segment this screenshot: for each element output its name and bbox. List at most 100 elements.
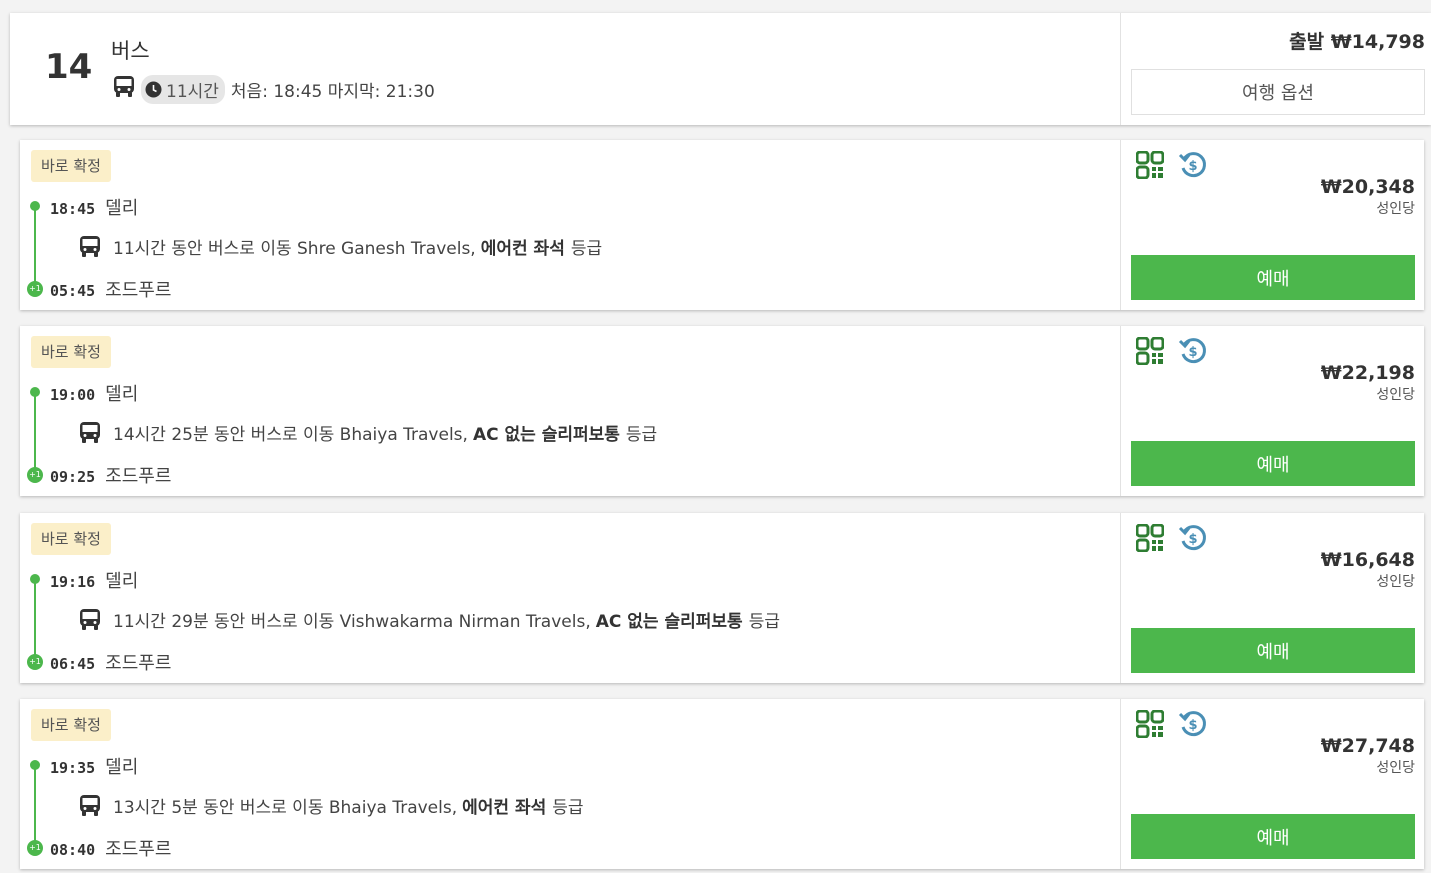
departure-time: 19:00	[50, 386, 96, 404]
clock-icon	[145, 81, 162, 98]
price: ₩22,198	[1320, 362, 1415, 384]
segment-info: 11시간 29분 동안 버스로 이동 Vishwakarma Nirman Tr…	[79, 607, 780, 632]
departure-row: 19:35 델리	[50, 753, 138, 779]
next-day-indicator: +1	[27, 654, 43, 670]
segment-info: 11시간 동안 버스로 이동 Shre Ganesh Travels, 에어컨 …	[79, 234, 602, 259]
feature-icons: $	[1135, 709, 1222, 743]
arrival-city: 조드푸르	[105, 653, 172, 674]
seat-class: 에어컨 좌석	[462, 798, 547, 818]
timeline-line	[34, 392, 36, 474]
svg-text:$: $	[1188, 345, 1197, 360]
departure-time: 19:16	[50, 573, 96, 591]
price-per-adult: 성인당	[1376, 760, 1415, 776]
instant-confirm-badge: 바로 확정	[31, 523, 111, 555]
grade-label: 등급	[625, 425, 658, 445]
bus-result-card[interactable]: 바로 확정 +1 19:35 델리 13시간 5분 동안 버스로 이동 Bhai…	[20, 699, 1424, 869]
departure-city: 델리	[105, 757, 139, 778]
book-button[interactable]: 예매	[1131, 441, 1415, 486]
price: ₩27,748	[1320, 735, 1415, 757]
trip-options-button[interactable]: 여행 옵션	[1131, 69, 1425, 115]
transport-mode-title: 버스	[111, 39, 150, 63]
departure-time: 19:35	[50, 759, 96, 777]
timeline-start-dot	[30, 760, 40, 770]
next-day-indicator: +1	[27, 281, 43, 297]
arrival-city: 조드푸르	[105, 466, 172, 487]
divider	[1120, 326, 1121, 496]
arrival-city: 조드푸르	[105, 839, 172, 860]
seat-class: AC 없는 슬리퍼보통	[595, 612, 743, 632]
divider	[1120, 513, 1121, 683]
arrival-city: 조드푸르	[105, 280, 172, 301]
departure-city: 델리	[105, 198, 139, 219]
feature-icons: $	[1135, 150, 1222, 184]
arrival-row: 09:25 조드푸르	[50, 462, 171, 488]
departure-row: 19:16 델리	[50, 567, 138, 593]
refund-icon: $	[1178, 709, 1208, 743]
divider	[1120, 699, 1121, 869]
refund-icon: $	[1178, 336, 1208, 370]
grade-label: 등급	[552, 798, 584, 818]
segment-text: 13시간 5분 동안 버스로 이동 Bhaiya Travels,	[113, 798, 458, 818]
first-last-times: 처음: 18:45 마지막: 21:30	[230, 82, 435, 102]
bus-result-card[interactable]: 바로 확정 +1 19:00 델리 14시간 25분 동안 버스로 이동 Bha…	[20, 326, 1424, 496]
arrival-row: 08:40 조드푸르	[50, 835, 171, 861]
departure-city: 델리	[105, 384, 139, 405]
bus-icon	[80, 235, 100, 257]
refund-icon: $	[1178, 150, 1208, 184]
grade-label: 등급	[748, 612, 780, 632]
next-day-indicator: +1	[27, 467, 43, 483]
timeline-line	[34, 206, 36, 288]
svg-text:$: $	[1188, 718, 1197, 733]
seat-class: 에어컨 좌석	[480, 239, 565, 259]
segment-info: 14시간 25분 동안 버스로 이동 Bhaiya Travels, AC 없는…	[79, 420, 657, 445]
bus-result-card[interactable]: 바로 확정 +1 19:16 델리 11시간 29분 동안 버스로 이동 Vis…	[20, 513, 1424, 683]
result-count: 14	[45, 47, 93, 87]
segment-info: 13시간 5분 동안 버스로 이동 Bhaiya Travels, 에어컨 좌석…	[79, 793, 584, 818]
divider	[1120, 140, 1121, 310]
from-price: 출발 ₩14,798	[1289, 31, 1425, 53]
book-button[interactable]: 예매	[1131, 628, 1415, 673]
segment-text: 11시간 29분 동안 버스로 이동 Vishwakarma Nirman Tr…	[113, 612, 591, 632]
svg-text:$: $	[1188, 532, 1197, 547]
arrival-time: 06:45	[50, 655, 96, 673]
segment-text: 11시간 동안 버스로 이동 Shre Ganesh Travels,	[113, 239, 476, 259]
price: ₩20,348	[1320, 176, 1415, 198]
feature-icons: $	[1135, 523, 1222, 557]
price: ₩16,648	[1320, 549, 1415, 571]
arrival-time: 05:45	[50, 282, 96, 300]
refund-icon: $	[1178, 523, 1208, 557]
departure-time: 18:45	[50, 200, 96, 218]
route-summary-card[interactable]: 14 버스 11시간 처음: 18:45 마지막: 21:30 출발 ₩14,7…	[10, 13, 1431, 125]
qr-code-icon	[1135, 336, 1165, 369]
seat-class: AC 없는 슬리퍼보통	[472, 425, 620, 445]
instant-confirm-badge: 바로 확정	[31, 150, 111, 182]
next-day-indicator: +1	[27, 840, 43, 856]
arrival-row: 05:45 조드푸르	[50, 276, 171, 302]
departure-row: 18:45 델리	[50, 194, 138, 220]
arrival-row: 06:45 조드푸르	[50, 649, 171, 675]
bus-icon	[80, 421, 100, 443]
qr-code-icon	[1135, 523, 1165, 556]
timeline-start-dot	[30, 574, 40, 584]
svg-text:$: $	[1188, 159, 1197, 174]
departure-city: 델리	[105, 571, 139, 592]
grade-label: 등급	[570, 239, 603, 259]
arrival-time: 09:25	[50, 468, 96, 486]
book-button[interactable]: 예매	[1131, 814, 1415, 859]
price-per-adult: 성인당	[1376, 574, 1415, 590]
segment-text: 14시간 25분 동안 버스로 이동 Bhaiya Travels,	[113, 425, 468, 445]
timeline-line	[34, 579, 36, 661]
arrival-time: 08:40	[50, 841, 96, 859]
qr-code-icon	[1135, 709, 1165, 742]
timeline-start-dot	[30, 201, 40, 211]
book-button[interactable]: 예매	[1131, 255, 1415, 300]
duration-text: 11시간	[166, 82, 219, 102]
bus-icon	[80, 608, 100, 630]
price-per-adult: 성인당	[1376, 387, 1415, 403]
bus-icon	[113, 75, 135, 104]
departure-row: 19:00 델리	[50, 380, 138, 406]
qr-code-icon	[1135, 150, 1165, 183]
bus-result-card[interactable]: 바로 확정 +1 18:45 델리 11시간 동안 버스로 이동 Shre Ga…	[20, 140, 1424, 310]
timeline-line	[34, 765, 36, 847]
bus-icon	[80, 794, 100, 816]
